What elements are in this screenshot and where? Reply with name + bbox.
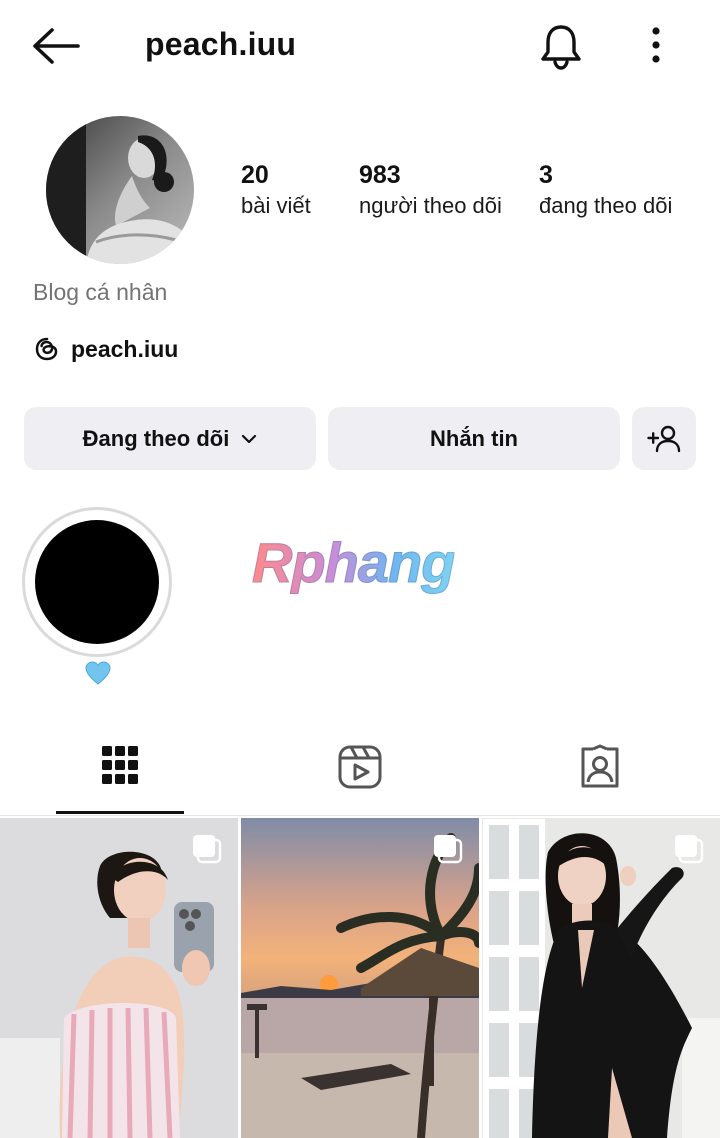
- threads-link[interactable]: peach.iuu: [33, 334, 178, 364]
- followers-count[interactable]: 983 người theo dõi: [359, 160, 502, 222]
- more-vertical-icon: [652, 27, 660, 63]
- posts-count-label: bài viết: [241, 193, 311, 218]
- profile-category: Blog cá nhân: [33, 279, 168, 305]
- story-highlight[interactable]: [22, 507, 172, 657]
- watermark-text: Rphang: [251, 531, 455, 595]
- arrow-left-icon: [33, 28, 80, 64]
- highlight-label: 💙: [84, 660, 112, 686]
- tab-posts-grid[interactable]: [0, 730, 240, 816]
- threads-handle: peach.iuu: [71, 335, 179, 362]
- followers-count-label: người theo dõi: [359, 193, 502, 218]
- active-tab-indicator: [56, 811, 184, 814]
- highlight-cover: [35, 520, 159, 644]
- following-count-label: đang theo dõi: [539, 193, 673, 218]
- following-button-label: Đang theo dõi: [82, 425, 230, 451]
- following-count-value: 3: [539, 161, 553, 189]
- more-options-button[interactable]: [643, 24, 669, 68]
- followers-count-value: 983: [359, 161, 401, 189]
- post-thumbnail[interactable]: [0, 818, 238, 1138]
- back-button[interactable]: [30, 26, 82, 66]
- posts-grid: [0, 818, 720, 1138]
- add-user-icon: [647, 425, 681, 452]
- suggested-users-button[interactable]: [632, 407, 696, 470]
- notifications-button[interactable]: [538, 22, 584, 70]
- following-count[interactable]: 3 đang theo dõi: [539, 160, 672, 222]
- tagged-icon: [581, 744, 619, 788]
- multiple-photos-icon: [193, 835, 222, 864]
- profile-avatar[interactable]: [46, 116, 194, 264]
- post-thumbnail[interactable]: [241, 818, 479, 1138]
- multiple-photos-icon: [675, 835, 704, 864]
- grid-icon: [102, 746, 138, 784]
- tab-reels[interactable]: [240, 730, 480, 816]
- top-bar: peach.iuu: [0, 0, 720, 92]
- blue-heart-icon: [85, 661, 111, 685]
- multiple-photos-icon: [434, 835, 463, 864]
- profile-tabs: [0, 730, 720, 816]
- profile-username-title: peach.iuu: [145, 26, 297, 62]
- posts-count-value: 20: [241, 161, 269, 189]
- threads-icon: [35, 337, 58, 361]
- tab-tagged[interactable]: [480, 730, 720, 816]
- following-dropdown-button[interactable]: Đang theo dõi: [24, 407, 316, 470]
- message-button-label: Nhắn tin: [430, 425, 518, 451]
- bell-icon: [541, 25, 581, 70]
- message-button[interactable]: Nhắn tin: [328, 407, 620, 470]
- reels-icon: [338, 745, 382, 789]
- chevron-down-icon: [242, 434, 257, 443]
- post-thumbnail[interactable]: [482, 818, 720, 1138]
- posts-count: 20 bài viết: [241, 160, 311, 222]
